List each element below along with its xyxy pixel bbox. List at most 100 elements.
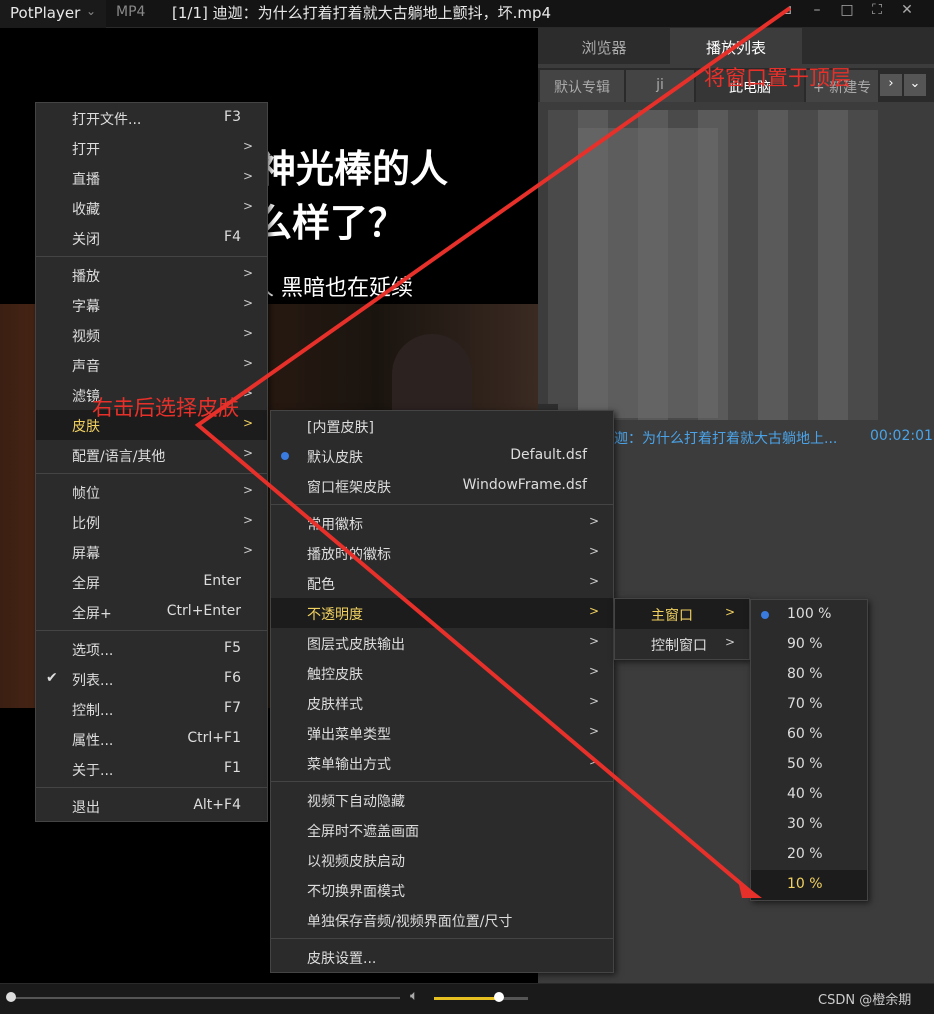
menu-skin-item[interactable]: 触控皮肤 >: [271, 658, 613, 688]
menu-main-item[interactable]: 收藏 >: [36, 193, 267, 223]
close-icon[interactable]: ✕: [894, 2, 920, 26]
maximize-icon[interactable]: □: [834, 2, 860, 26]
tab-playlist[interactable]: 播放列表: [670, 28, 802, 64]
menu-main-item[interactable]: 字幕 >: [36, 290, 267, 320]
chevron-right-icon: >: [588, 604, 599, 618]
menu-main-item[interactable]: ✔ 列表... F6: [36, 664, 267, 694]
menu-skin-item[interactable]: 弹出菜单类型 >: [271, 718, 613, 748]
opacity-option[interactable]: 100 %: [751, 600, 867, 630]
menu-item-label: 单独保存音频/视频界面位置/尺寸: [307, 914, 513, 930]
opacity-option[interactable]: 10 %: [751, 870, 867, 900]
chevron-right-icon: >: [242, 483, 253, 497]
annotation-top: 将窗口置于顶层: [704, 66, 851, 90]
opacity-option[interactable]: 20 %: [751, 840, 867, 870]
annotation-right-click: 右击后选择皮肤: [92, 396, 239, 420]
opacity-option[interactable]: 70 %: [751, 690, 867, 720]
menu-main-item[interactable]: 关闭 F4: [36, 223, 267, 253]
chevron-right-icon: >: [242, 416, 253, 430]
opacity-option[interactable]: 40 %: [751, 780, 867, 810]
volume-slider[interactable]: [434, 997, 500, 1000]
opacity-option[interactable]: 80 %: [751, 660, 867, 690]
menu-main-item[interactable]: 全屏 Enter: [36, 567, 267, 597]
menu-item-label: 关闭: [72, 232, 100, 248]
menu-item-label: 以视频皮肤启动: [307, 854, 405, 870]
menu-main-item[interactable]: 关于... F1: [36, 754, 267, 784]
opacity-option-label: 40 %: [787, 786, 823, 802]
menu-main-item[interactable]: 配置/语言/其他 >: [36, 440, 267, 470]
menu-item-label: 配置/语言/其他: [72, 449, 166, 465]
menu-window-item[interactable]: 控制窗口 >: [615, 629, 749, 659]
menu-item-label: 比例: [72, 516, 100, 532]
menu-item-label: 直播: [72, 172, 100, 188]
chevron-right-icon: >: [724, 635, 735, 649]
menu-item-shortcut: F7: [224, 700, 241, 716]
context-menu-skin: [内置皮肤] 默认皮肤 Default.dsf 窗口框架皮肤 WindowFrame.d…: [270, 410, 614, 973]
menu-main-item[interactable]: 直播 >: [36, 163, 267, 193]
menu-skin-item[interactable]: 播放时的徽标 >: [271, 538, 613, 568]
menu-item-label: 视频: [72, 329, 100, 345]
opacity-option[interactable]: 30 %: [751, 810, 867, 840]
chevron-down-icon[interactable]: ⌄: [904, 74, 926, 96]
chevron-right-icon: >: [242, 543, 253, 557]
menu-main-item[interactable]: 播放 >: [36, 260, 267, 290]
menu-item-label: 不透明度: [307, 607, 363, 623]
menu-main-item[interactable]: 比例 >: [36, 507, 267, 537]
menu-window-item[interactable]: 主窗口 >: [615, 599, 749, 629]
menu-skin-item[interactable]: 皮肤样式 >: [271, 688, 613, 718]
menu-main-item[interactable]: 退出 Alt+F4: [36, 791, 267, 821]
menu-skin-item[interactable]: 配色 >: [271, 568, 613, 598]
menu-main-item[interactable]: 声音 >: [36, 350, 267, 380]
opacity-option[interactable]: 50 %: [751, 750, 867, 780]
volume-icon[interactable]: 🔈︎: [410, 988, 418, 1004]
tab-browser[interactable]: 浏览器: [538, 28, 670, 64]
chevron-right-icon: >: [242, 513, 253, 527]
menu-main-item[interactable]: 打开文件... F3: [36, 103, 267, 133]
menu-skin-item[interactable]: 视频下自动隐藏: [271, 785, 613, 815]
opacity-option[interactable]: 60 %: [751, 720, 867, 750]
chevron-right-icon: >: [242, 386, 253, 400]
minimize-icon[interactable]: –: [804, 2, 830, 26]
menu-item-label: 视频下自动隐藏: [307, 794, 405, 810]
menu-item-label: 触控皮肤: [307, 667, 363, 683]
menu-skin-item[interactable]: [内置皮肤]: [271, 411, 613, 441]
menu-skin-item[interactable]: 默认皮肤 Default.dsf: [271, 441, 613, 471]
menu-separator: [36, 473, 267, 474]
fullscreen-icon[interactable]: ⛶: [864, 2, 890, 26]
menu-skin-item[interactable]: 图层式皮肤输出 >: [271, 628, 613, 658]
opacity-option-label: 30 %: [787, 816, 823, 832]
seek-handle[interactable]: [6, 992, 16, 1002]
menu-skin-item[interactable]: 不透明度 >: [271, 598, 613, 628]
menu-skin-item[interactable]: 以视频皮肤启动: [271, 845, 613, 875]
menu-main-item[interactable]: 打开 >: [36, 133, 267, 163]
menu-item-label: 属性...: [72, 733, 114, 749]
menu-skin-item[interactable]: 常用徽标 >: [271, 508, 613, 538]
chevron-right-icon[interactable]: ›: [880, 74, 902, 96]
video-caption-line3: 人 黑暗也在延续: [252, 276, 413, 301]
menu-skin-item[interactable]: 不切换界面模式: [271, 875, 613, 905]
menu-main-item[interactable]: 全屏+ Ctrl+Enter: [36, 597, 267, 627]
menu-main-item[interactable]: 屏幕 >: [36, 537, 267, 567]
menu-skin-item[interactable]: 皮肤设置...: [271, 942, 613, 972]
seek-bar[interactable]: [10, 997, 400, 999]
menu-item-label: 不切换界面模式: [307, 884, 405, 900]
menu-main-item[interactable]: 帧位 >: [36, 477, 267, 507]
app-name: PotPlayer: [10, 4, 81, 22]
pin-icon[interactable]: ⊿: [774, 2, 800, 26]
volume-handle[interactable]: [494, 992, 504, 1002]
menu-skin-item[interactable]: 菜单输出方式 >: [271, 748, 613, 778]
subtab-default-album[interactable]: 默认专辑: [540, 70, 624, 102]
opacity-option[interactable]: 90 %: [751, 630, 867, 660]
menu-main-item[interactable]: 控制... F7: [36, 694, 267, 724]
menu-main-item[interactable]: 选项... F5: [36, 634, 267, 664]
chevron-right-icon: >: [242, 199, 253, 213]
menu-item-label: 声音: [72, 359, 100, 375]
menu-main-item[interactable]: 属性... Ctrl+F1: [36, 724, 267, 754]
menu-skin-item[interactable]: 全屏时不遮盖画面: [271, 815, 613, 845]
menu-skin-item[interactable]: 单独保存音频/视频界面位置/尺寸: [271, 905, 613, 935]
menu-main-item[interactable]: 视频 >: [36, 320, 267, 350]
app-menu-button[interactable]: PotPlayer ⌄: [0, 0, 106, 28]
menu-item-label: 全屏时不遮盖画面: [307, 824, 419, 840]
subtab-ji[interactable]: ji: [626, 70, 694, 102]
title-bar: PotPlayer ⌄ MP4 [1/1] 迪迦：为什么打着打着就大古躺地上颤抖…: [0, 0, 934, 28]
menu-skin-item[interactable]: 窗口框架皮肤 WindowFrame.dsf: [271, 471, 613, 501]
